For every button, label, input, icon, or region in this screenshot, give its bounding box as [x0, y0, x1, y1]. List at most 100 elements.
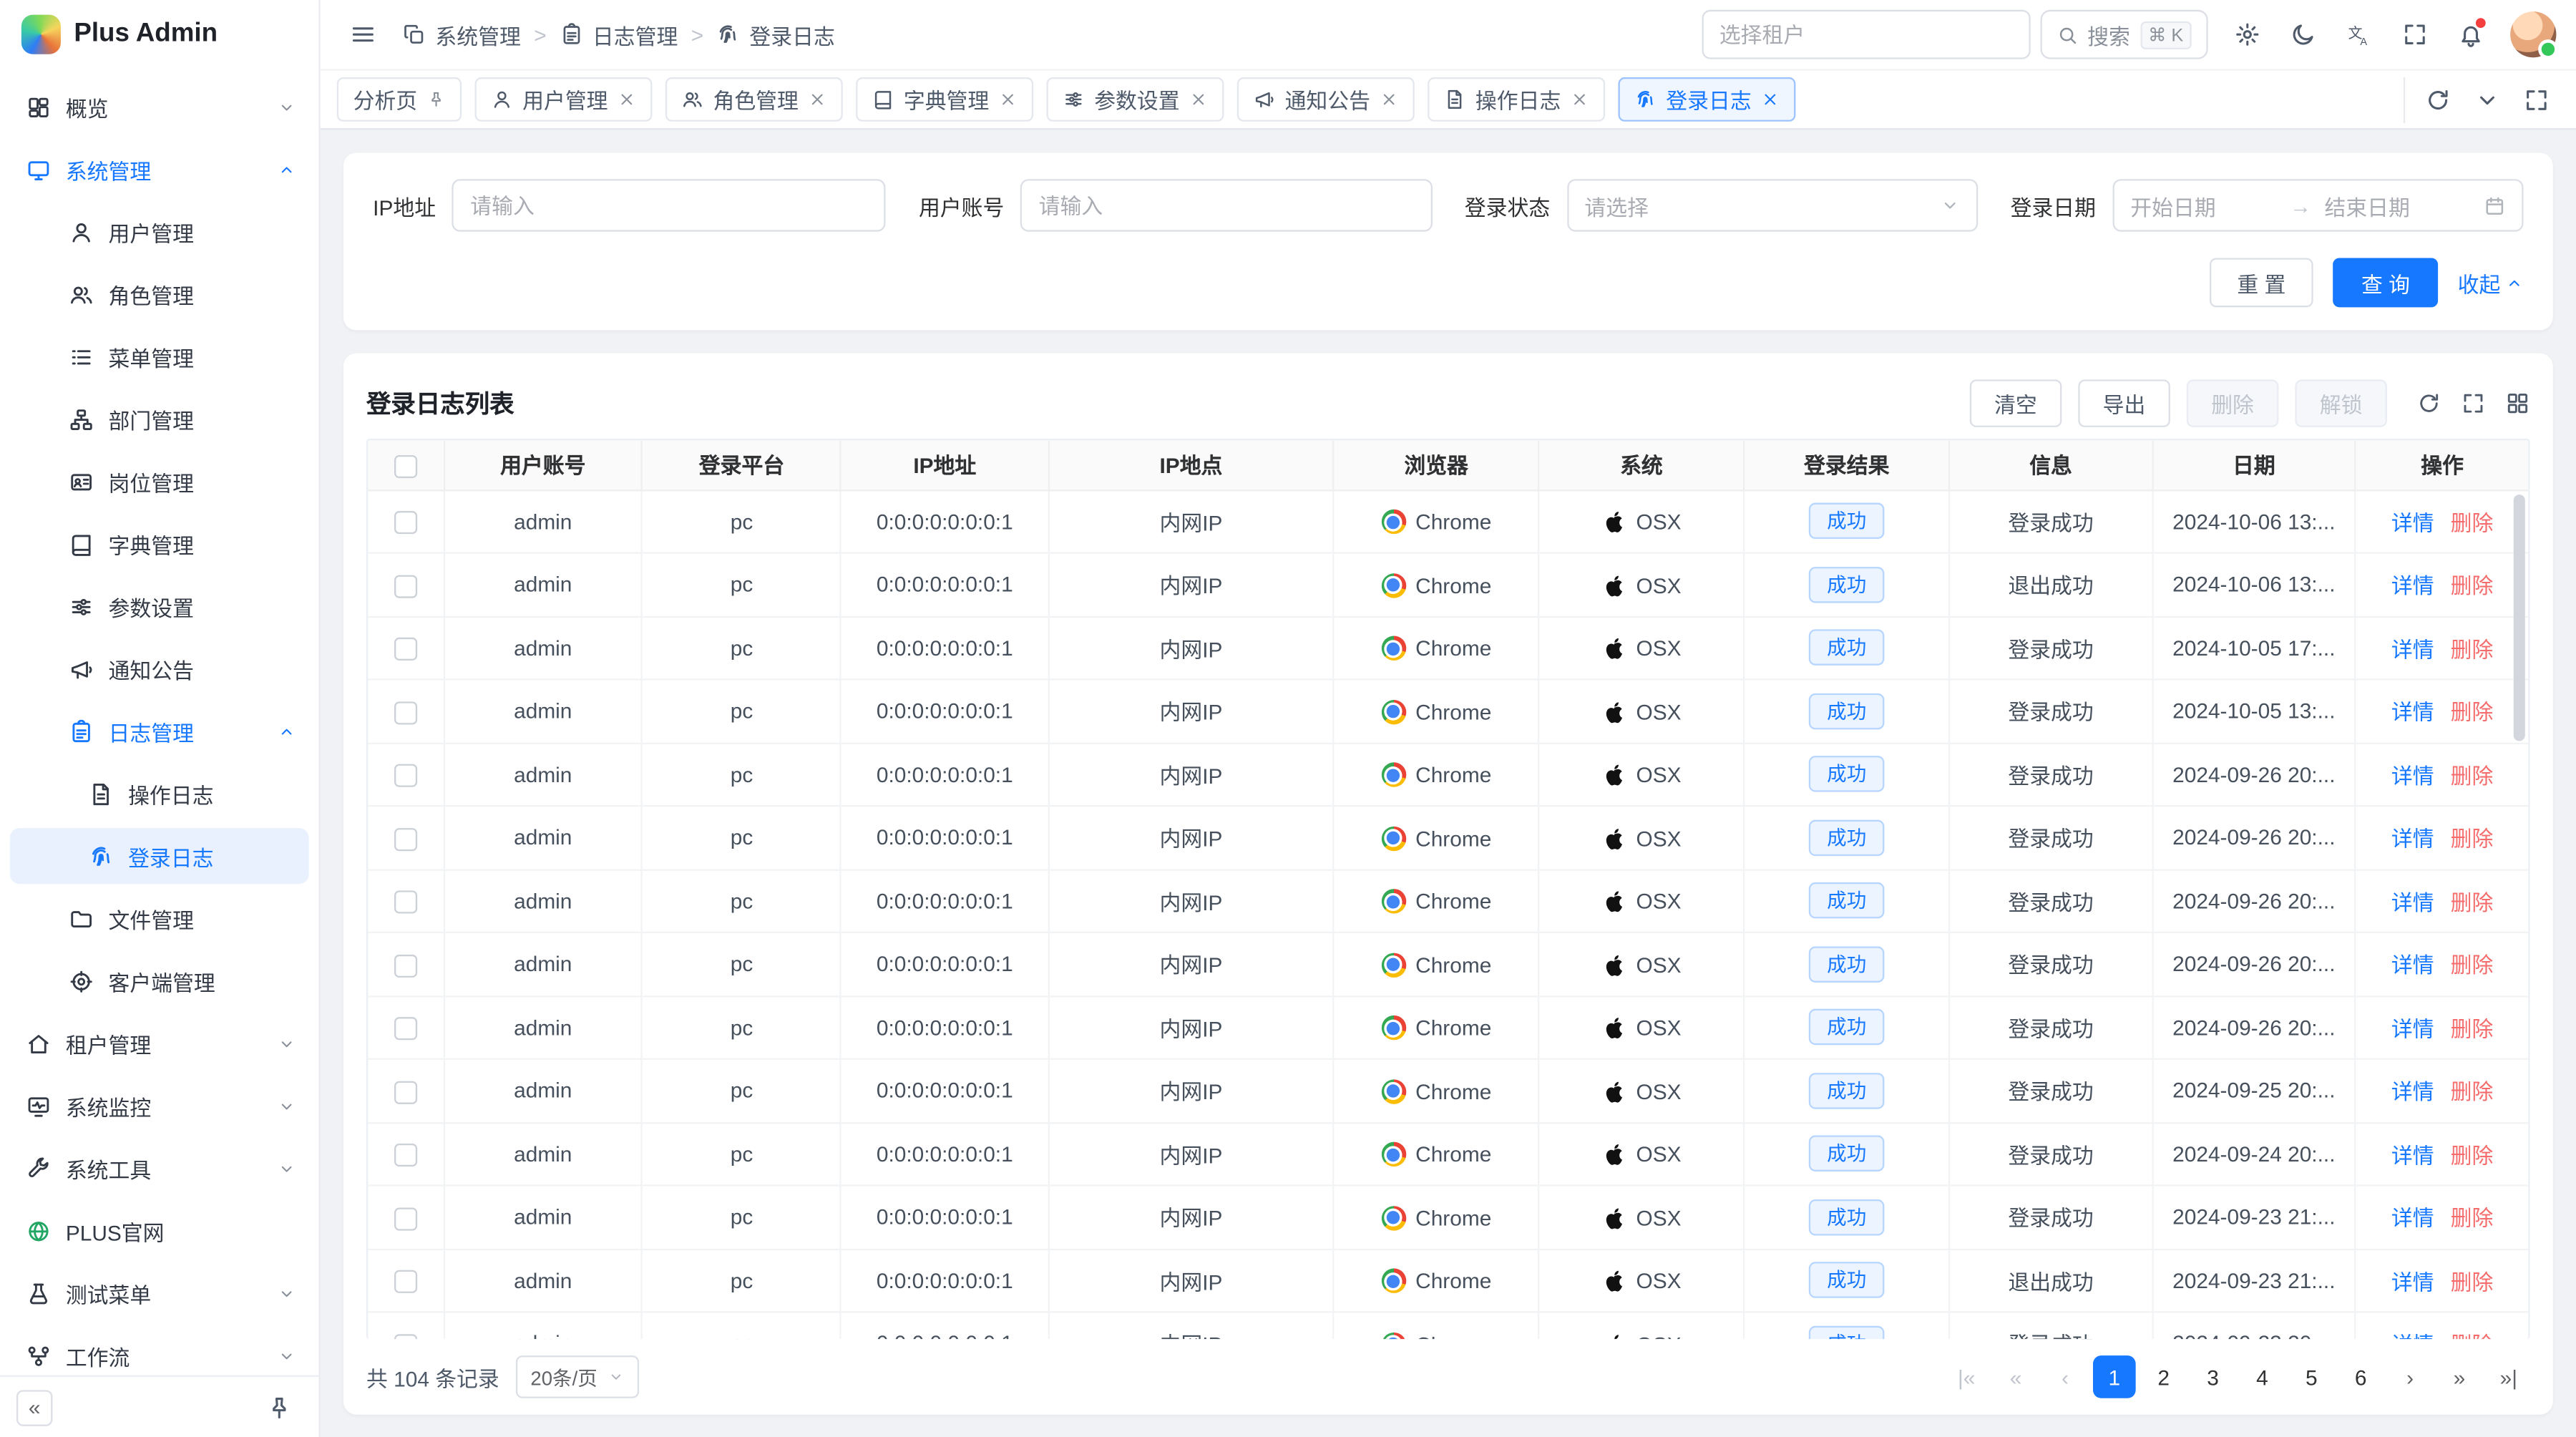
export-button[interactable]: 导出: [2078, 379, 2170, 427]
sidebar-pin-button[interactable]: [256, 1384, 302, 1430]
row-checkbox[interactable]: [394, 890, 416, 913]
reset-button[interactable]: 重 置: [2209, 258, 2313, 307]
delete-button[interactable]: 删除: [2187, 379, 2279, 427]
sidebar-item-overview[interactable]: 概览: [10, 79, 309, 135]
sidebar-item-roles[interactable]: 角色管理: [10, 266, 309, 322]
close-icon[interactable]: [1189, 90, 1207, 108]
sidebar-item-menus[interactable]: 菜单管理: [10, 328, 309, 384]
user-avatar[interactable]: [2510, 11, 2556, 57]
row-checkbox[interactable]: [394, 1017, 416, 1040]
first-page-button[interactable]: |«: [1945, 1355, 1988, 1398]
page-size-select[interactable]: 20条/页: [516, 1355, 638, 1398]
tab-dict[interactable]: 字典管理: [856, 77, 1033, 122]
tab-notice[interactable]: 通知公告: [1237, 77, 1415, 122]
detail-link[interactable]: 详情: [2391, 890, 2434, 915]
breadcrumb-item[interactable]: 日志管理: [560, 19, 678, 50]
tabs-menu-button[interactable]: [2464, 77, 2510, 122]
delete-link[interactable]: 删除: [2451, 1080, 2494, 1104]
query-button[interactable]: 查 询: [2333, 258, 2438, 307]
sidebar-item-tenants[interactable]: 租户管理: [10, 1015, 309, 1071]
row-checkbox[interactable]: [394, 954, 416, 977]
row-checkbox[interactable]: [394, 1333, 416, 1339]
table-scrollbar[interactable]: [2514, 495, 2525, 741]
sidebar-item-system[interactable]: 系统管理: [10, 141, 309, 197]
delete-link[interactable]: 删除: [2451, 890, 2494, 915]
sidebar-item-loginlog[interactable]: 登录日志: [10, 828, 309, 884]
delete-link[interactable]: 删除: [2451, 764, 2494, 788]
column-settings-icon[interactable]: [2505, 390, 2529, 414]
delete-link[interactable]: 删除: [2451, 1333, 2494, 1340]
row-checkbox[interactable]: [394, 1144, 416, 1166]
date-range-picker[interactable]: 开始日期 → 结束日期: [2112, 179, 2524, 231]
row-checkbox[interactable]: [394, 827, 416, 850]
sidebar-item-users[interactable]: 用户管理: [10, 204, 309, 260]
last-page-button[interactable]: »|: [2487, 1355, 2530, 1398]
prev-page-button[interactable]: ‹: [2044, 1355, 2087, 1398]
logo[interactable]: Plus Admin: [0, 0, 318, 69]
detail-link[interactable]: 详情: [2391, 1333, 2434, 1340]
ip-input[interactable]: [452, 179, 886, 231]
tab-roles[interactable]: 角色管理: [665, 77, 843, 122]
settings-button[interactable]: [2225, 11, 2270, 57]
detail-link[interactable]: 详情: [2391, 827, 2434, 851]
close-icon[interactable]: [999, 90, 1017, 108]
notifications-button[interactable]: [2448, 11, 2494, 57]
sidebar-item-site[interactable]: PLUS官网: [10, 1203, 309, 1259]
page-button-2[interactable]: 2: [2142, 1355, 2185, 1398]
sidebar-item-workflow[interactable]: 工作流: [10, 1328, 309, 1375]
sidebar-item-tools[interactable]: 系统工具: [10, 1140, 309, 1196]
tab-loginlog[interactable]: 登录日志: [1619, 77, 1796, 122]
sidebar-item-clients[interactable]: 客户端管理: [10, 953, 309, 1009]
detail-link[interactable]: 详情: [2391, 1143, 2434, 1167]
detail-link[interactable]: 详情: [2391, 1207, 2434, 1231]
delete-link[interactable]: 删除: [2451, 701, 2494, 725]
detail-link[interactable]: 详情: [2391, 574, 2434, 598]
sidebar-item-dict[interactable]: 字典管理: [10, 516, 309, 572]
close-icon[interactable]: [618, 90, 635, 108]
delete-link[interactable]: 删除: [2451, 1270, 2494, 1294]
sidebar-item-depts[interactable]: 部门管理: [10, 391, 309, 447]
tab-analysis[interactable]: 分析页: [337, 77, 462, 122]
delete-link[interactable]: 删除: [2451, 953, 2494, 978]
row-checkbox[interactable]: [394, 511, 416, 534]
sidebar-item-logs[interactable]: 日志管理: [10, 703, 309, 759]
page-button-6[interactable]: 6: [2339, 1355, 2382, 1398]
delete-link[interactable]: 删除: [2451, 1017, 2494, 1041]
expand-icon[interactable]: [2461, 390, 2485, 414]
breadcrumb-item[interactable]: 系统管理: [402, 19, 520, 50]
row-checkbox[interactable]: [394, 764, 416, 787]
detail-link[interactable]: 详情: [2391, 953, 2434, 978]
account-input[interactable]: [1020, 179, 1432, 231]
delete-link[interactable]: 删除: [2451, 510, 2494, 535]
global-search[interactable]: 搜索 ⌘ K: [2040, 10, 2208, 59]
row-checkbox[interactable]: [394, 1270, 416, 1293]
detail-link[interactable]: 详情: [2391, 1270, 2434, 1294]
sidebar-item-notice[interactable]: 通知公告: [10, 640, 309, 696]
page-button-4[interactable]: 4: [2241, 1355, 2284, 1398]
collapse-filter-link[interactable]: 收起: [2458, 267, 2524, 298]
sidebar-item-monitoring[interactable]: 系统监控: [10, 1078, 309, 1134]
sidebar-item-files[interactable]: 文件管理: [10, 890, 309, 946]
tab-params[interactable]: 参数设置: [1047, 77, 1224, 122]
status-select[interactable]: 请选择: [1566, 179, 1978, 231]
sidebar-item-testmenu[interactable]: 测试菜单: [10, 1265, 309, 1321]
row-checkbox[interactable]: [394, 574, 416, 597]
detail-link[interactable]: 详情: [2391, 1080, 2434, 1104]
row-checkbox[interactable]: [394, 638, 416, 661]
select-all-checkbox[interactable]: [394, 454, 416, 477]
detail-link[interactable]: 详情: [2391, 510, 2434, 535]
pin-icon[interactable]: [427, 90, 445, 108]
close-icon[interactable]: [1380, 90, 1398, 108]
row-checkbox[interactable]: [394, 701, 416, 724]
sidebar-item-posts[interactable]: 岗位管理: [10, 454, 309, 510]
refresh-icon[interactable]: [2416, 390, 2441, 414]
close-icon[interactable]: [1761, 90, 1779, 108]
forward-5-pages-button[interactable]: »: [2438, 1355, 2481, 1398]
sidebar-item-params[interactable]: 参数设置: [10, 578, 309, 634]
detail-link[interactable]: 详情: [2391, 637, 2434, 661]
row-checkbox[interactable]: [394, 1207, 416, 1229]
page-button-3[interactable]: 3: [2192, 1355, 2235, 1398]
page-button-5[interactable]: 5: [2290, 1355, 2333, 1398]
tabs-refresh-button[interactable]: [2415, 77, 2461, 122]
delete-link[interactable]: 删除: [2451, 574, 2494, 598]
